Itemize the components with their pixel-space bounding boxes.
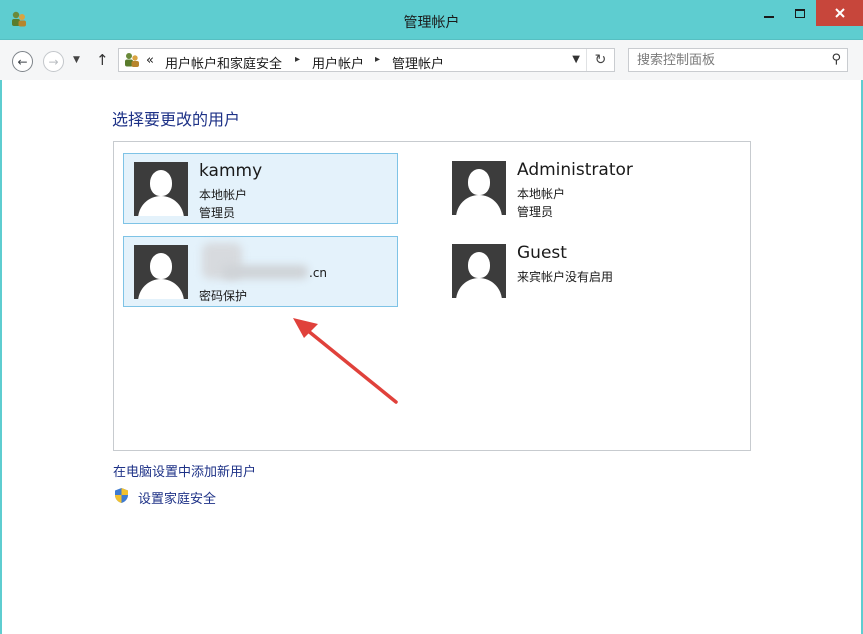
breadcrumb-overflow[interactable]: « xyxy=(146,53,154,68)
accounts-panel: kammy 本地帐户 管理员 Administrator 本地帐户 管理员 .c… xyxy=(113,141,751,451)
recent-locations-dropdown[interactable]: ▼ xyxy=(73,55,80,65)
forward-arrow-icon: → xyxy=(48,54,59,69)
window-frame-left xyxy=(0,80,2,634)
control-panel-location-icon xyxy=(125,53,139,67)
search-icon[interactable]: ⚲ xyxy=(831,52,841,67)
account-name: Administrator xyxy=(517,160,633,180)
obscured-account-name xyxy=(202,243,312,281)
account-type: 本地帐户 xyxy=(517,187,566,201)
refresh-icon: ↻ xyxy=(594,52,607,68)
account-status: 密码保护 xyxy=(199,289,248,303)
page-heading: 选择要更改的用户 xyxy=(112,110,241,129)
search-input[interactable] xyxy=(637,52,817,68)
close-button[interactable] xyxy=(816,0,863,26)
user-avatar-icon xyxy=(134,245,188,299)
title-bar: 管理帐户 xyxy=(0,0,863,40)
add-new-user-link[interactable]: 在电脑设置中添加新用户 xyxy=(113,461,256,480)
account-name: kammy xyxy=(199,161,263,181)
breadcrumb-user-accounts-family[interactable]: 用户帐户和家庭安全 xyxy=(165,53,282,72)
address-dropdown-icon[interactable]: ▼ xyxy=(572,54,580,65)
address-bar[interactable]: « 用户帐户和家庭安全 ▸ 用户帐户 ▸ 管理帐户 ▼ ↻ xyxy=(118,48,615,72)
account-status: 来宾帐户没有启用 xyxy=(517,270,614,284)
close-icon xyxy=(834,8,845,18)
account-tile-microsoft[interactable]: .cn 密码保护 xyxy=(123,236,398,307)
breadcrumb-separator[interactable]: ▸ xyxy=(375,54,380,65)
navigation-bar: ← → ▼ ↑ « 用户帐户和家庭安全 ▸ 用户帐户 ▸ 管理帐户 ▼ ↻ ⚲ xyxy=(0,40,863,80)
user-avatar-icon xyxy=(452,244,506,298)
account-role: 管理员 xyxy=(199,206,236,220)
account-role: 管理员 xyxy=(517,205,554,219)
minimize-icon xyxy=(764,16,774,18)
maximize-icon xyxy=(795,8,805,18)
back-button[interactable]: ← xyxy=(12,51,33,72)
account-tile-administrator[interactable]: Administrator 本地帐户 管理员 xyxy=(442,153,717,224)
account-tile-kammy[interactable]: kammy 本地帐户 管理员 xyxy=(123,153,398,224)
account-name: Guest xyxy=(517,243,567,263)
uac-shield-icon xyxy=(115,488,128,503)
up-one-level-button[interactable]: ↑ xyxy=(96,51,109,69)
breadcrumb-manage-accounts[interactable]: 管理帐户 xyxy=(392,53,444,72)
user-avatar-icon xyxy=(134,162,188,216)
up-arrow-icon: ↑ xyxy=(96,51,109,69)
window-title: 管理帐户 xyxy=(403,15,460,31)
account-name-suffix: .cn xyxy=(309,266,328,280)
forward-button[interactable]: → xyxy=(43,51,64,72)
breadcrumb-separator[interactable]: ▸ xyxy=(295,54,300,65)
user-avatar-icon xyxy=(452,161,506,215)
refresh-button[interactable]: ↻ xyxy=(586,49,614,71)
search-box[interactable]: ⚲ xyxy=(628,48,848,72)
family-safety-link[interactable]: 设置家庭安全 xyxy=(138,488,216,507)
maximize-button[interactable] xyxy=(786,0,814,26)
minimize-button[interactable] xyxy=(754,0,784,26)
account-type: 本地帐户 xyxy=(199,188,248,202)
breadcrumb-user-accounts[interactable]: 用户帐户 xyxy=(312,53,364,72)
account-tile-guest[interactable]: Guest 来宾帐户没有启用 xyxy=(442,236,717,307)
back-arrow-icon: ← xyxy=(17,54,28,69)
